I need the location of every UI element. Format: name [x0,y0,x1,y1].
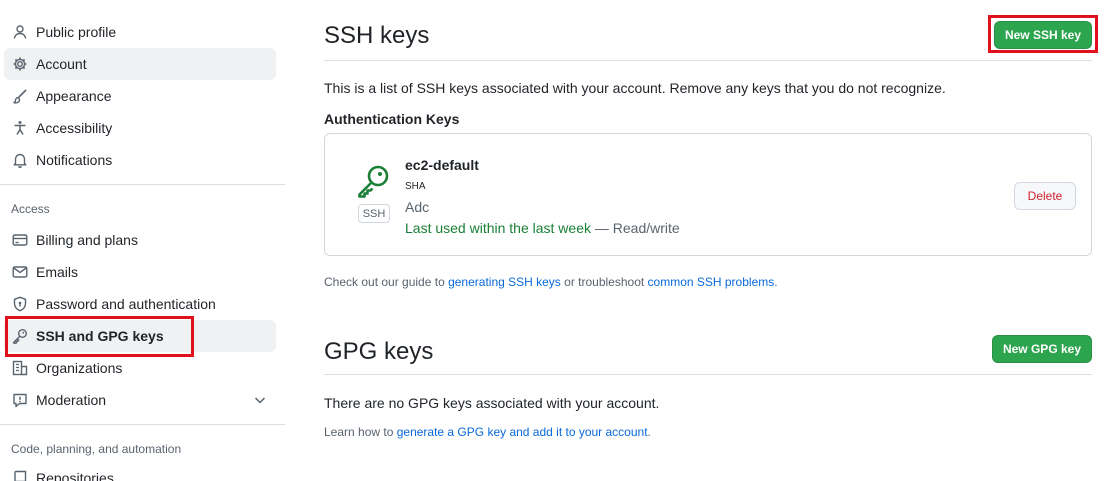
generate-gpg-key-link[interactable]: generate a GPG key and add it to your ac… [397,425,648,439]
sidebar-item-repositories[interactable]: Repositories [4,462,276,481]
sidebar-item-billing[interactable]: Billing and plans [4,224,276,256]
ssh-keys-title: SSH keys [324,22,430,49]
sidebar-item-label: Appearance [36,88,112,104]
gear-icon [12,56,28,72]
ssh-key-card: SSH ec2-default SHA Adc Last used within… [324,133,1092,256]
ssh-key-added-date: Adc [405,199,430,215]
sidebar-item-label: Public profile [36,24,117,40]
gpg-empty-text: There are no GPG keys associated with yo… [324,395,660,411]
settings-sidebar: Public profile Account Appearance Access… [0,0,286,481]
sidebar-item-moderation[interactable]: Moderation [4,384,276,416]
sidebar-divider [0,184,285,185]
paintbrush-icon [12,88,28,104]
bell-icon [12,152,28,168]
authentication-keys-heading: Authentication Keys [324,111,460,127]
sidebar-divider [0,424,285,425]
new-gpg-key-button[interactable]: New GPG key [992,335,1092,363]
sidebar-item-notifications[interactable]: Notifications [4,144,276,176]
sidebar-section-code: Code, planning, and automation [11,442,182,456]
sidebar-item-appearance[interactable]: Appearance [4,80,276,112]
sidebar-item-label: Account [36,56,87,72]
ssh-key-last-used-text: Last used within the last week [405,220,591,236]
sidebar-item-label: Password and authentication [36,296,216,312]
sidebar-item-label: Emails [36,264,79,280]
sidebar-item-label: Repositories [36,470,114,481]
organization-icon [12,360,28,376]
ssh-key-last-used: Last used within the last week — Read/wr… [405,220,680,236]
generating-ssh-keys-link[interactable]: generating SSH keys [448,275,561,289]
delete-ssh-key-button[interactable]: Delete [1014,182,1076,210]
gpg-header-divider [324,374,1092,375]
sidebar-item-label: Moderation [36,392,107,408]
report-icon [12,392,28,408]
sidebar-item-label: Accessibility [36,120,113,136]
common-ssh-problems-link[interactable]: common SSH problems [648,275,775,289]
chevron-down-icon[interactable] [252,392,268,408]
credit-card-icon [12,232,28,248]
repo-icon [12,470,28,481]
shield-lock-icon [12,296,28,312]
sidebar-item-emails[interactable]: Emails [4,256,276,288]
gpg-help-prefix: Learn how to [324,425,397,439]
main-content: SSH keys New SSH key This is a list of S… [324,0,1098,481]
gpg-help-suffix: . [647,425,651,439]
highlight-box-ssh-gpg [5,316,194,357]
sidebar-item-account[interactable]: Account [4,48,276,80]
sidebar-item-label: Billing and plans [36,232,138,248]
gpg-help-text: Learn how to generate a GPG key and add … [324,425,651,439]
mail-icon [12,264,28,280]
highlight-box-new-ssh [988,15,1098,53]
ssh-key-access-level: — Read/write [591,220,680,236]
ssh-help-suffix: . [774,275,778,289]
person-icon [12,24,28,40]
ssh-key-name: ec2-default [405,157,479,173]
ssh-key-fingerprint: SHA [405,181,426,192]
ssh-help-text: Check out our guide to generating SSH ke… [324,275,778,289]
sidebar-section-access: Access [11,202,50,216]
ssh-help-prefix: Check out our guide to [324,275,449,289]
accessibility-icon [12,120,28,136]
ssh-help-mid: or troubleshoot [560,275,648,289]
sidebar-item-public-profile[interactable]: Public profile [4,16,276,48]
sidebar-item-label: Notifications [36,152,113,168]
key-icon [357,164,391,198]
ssh-header-divider [324,60,1092,61]
ssh-key-type-badge: SSH [358,204,390,223]
gpg-keys-title: GPG keys [324,338,434,365]
ssh-description: This is a list of SSH keys associated wi… [324,80,946,96]
sidebar-item-accessibility[interactable]: Accessibility [4,112,276,144]
sidebar-item-label: Organizations [36,360,123,376]
